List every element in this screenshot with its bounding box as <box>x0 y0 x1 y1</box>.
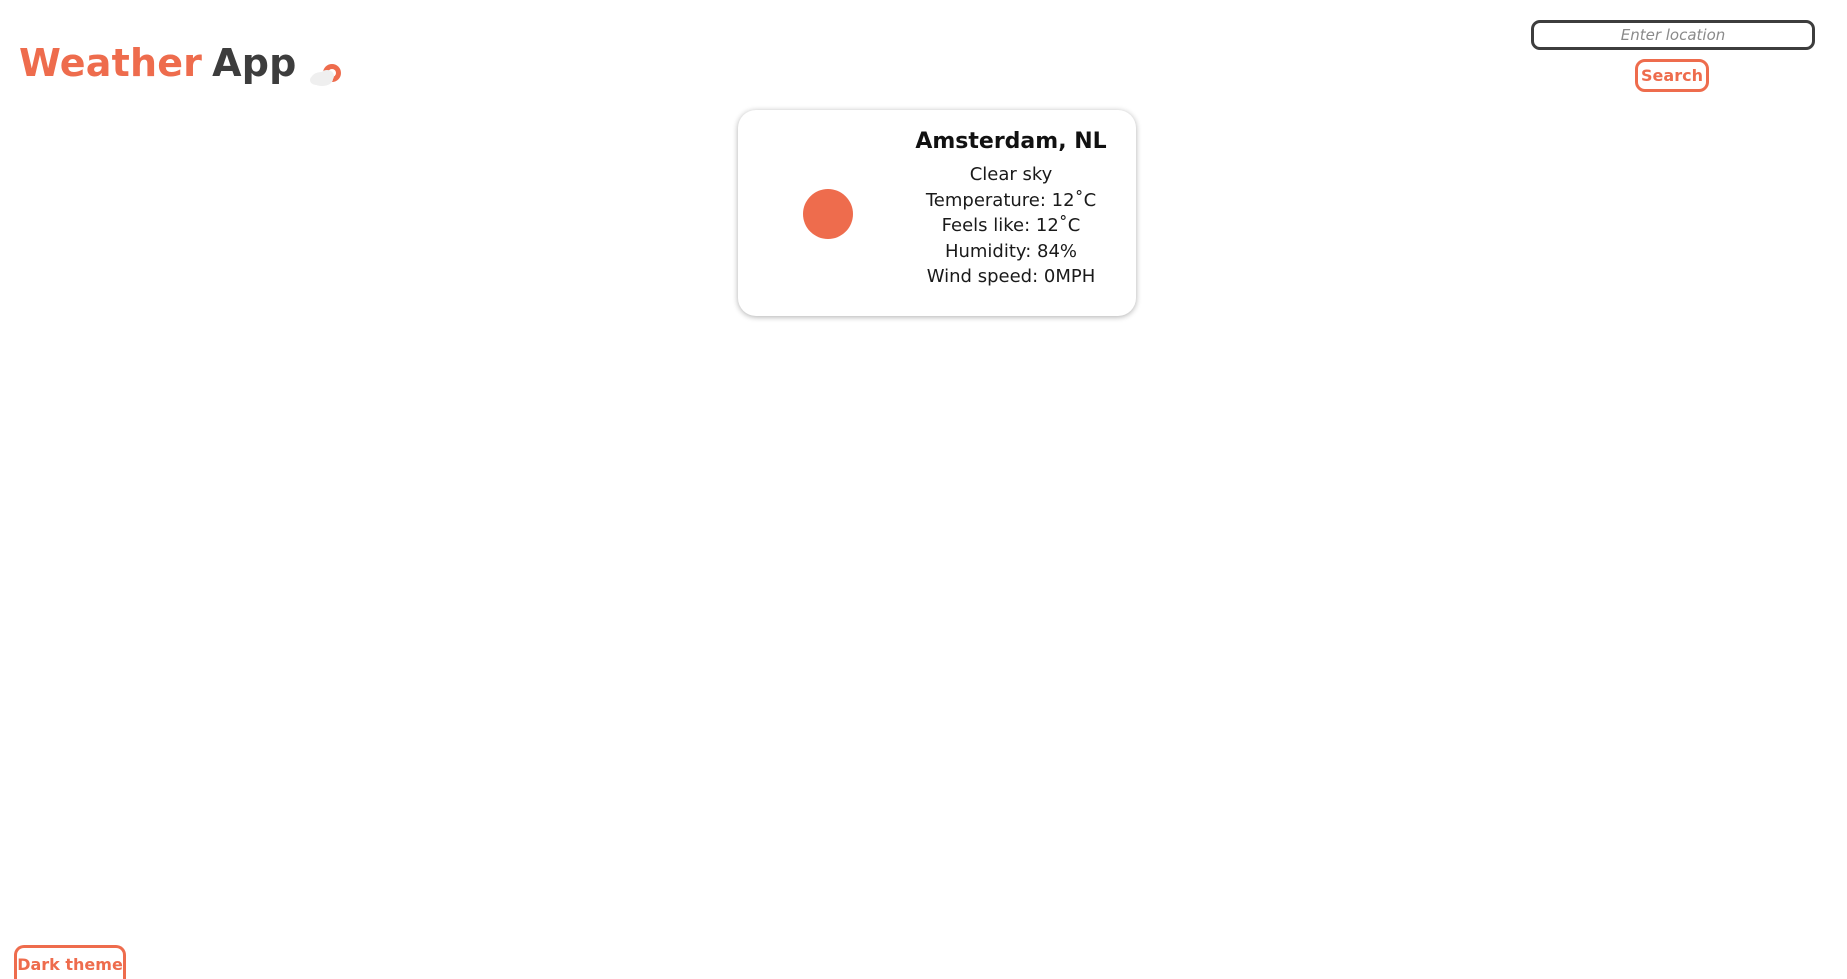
app-title: Weather App <box>19 37 347 89</box>
feels-like-value: Feels like: 12˚C <box>941 215 1081 236</box>
wind-speed-value: Wind speed: 0MPH <box>926 266 1096 287</box>
weather-info: Amsterdam, NL Clear sky Temperature: 12˚… <box>906 128 1116 290</box>
app-title-app: App <box>212 41 297 86</box>
search-button[interactable]: Search <box>1635 59 1709 92</box>
temperature-value: Temperature: 12˚C <box>925 189 1097 211</box>
sun-icon <box>803 189 853 239</box>
partly-cloudy-icon <box>307 53 347 87</box>
location-search-input[interactable] <box>1531 20 1815 50</box>
search-area: Search <box>1531 20 1815 94</box>
weather-card: Amsterdam, NL Clear sky Temperature: 12˚… <box>738 110 1136 316</box>
app-title-weather: Weather <box>19 41 203 86</box>
dark-theme-toggle-button[interactable]: Dark theme <box>14 945 126 979</box>
weather-description: Clear sky <box>969 164 1053 185</box>
humidity-value: Humidity: 84% <box>944 240 1078 262</box>
location-name: Amsterdam, NL <box>915 129 1107 154</box>
